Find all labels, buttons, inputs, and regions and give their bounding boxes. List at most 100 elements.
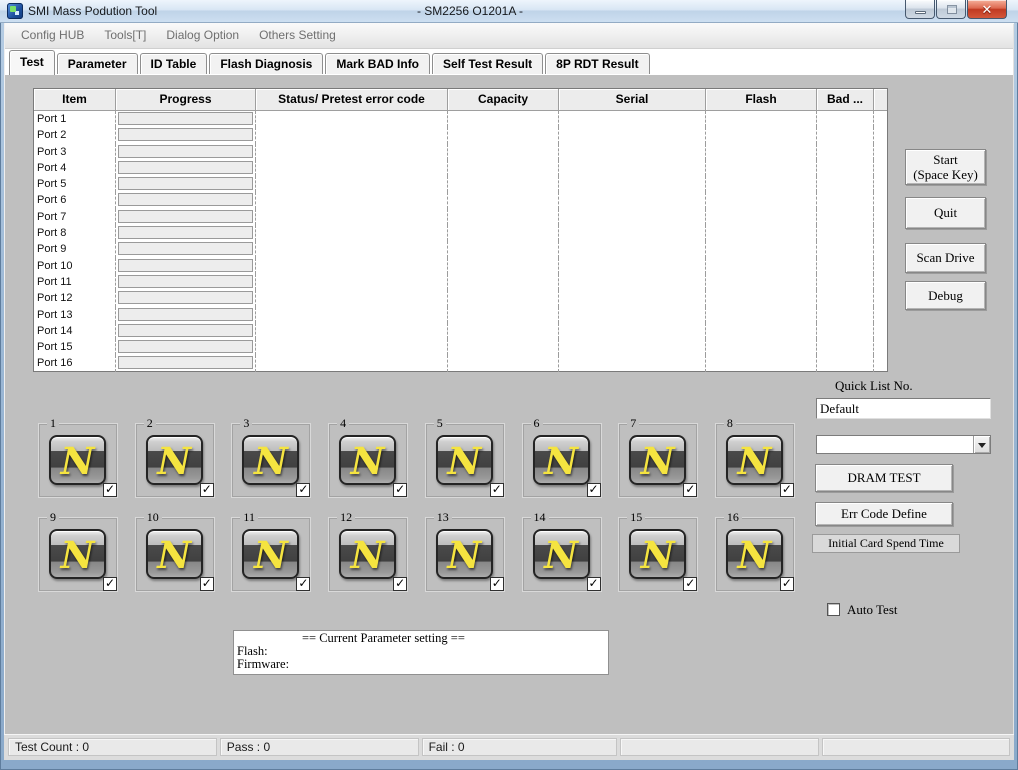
slot-checkbox[interactable]: ✓: [490, 483, 504, 497]
slot-checkbox[interactable]: ✓: [296, 483, 310, 497]
check-icon: ✓: [685, 576, 695, 590]
quick-list-combobox[interactable]: [816, 435, 991, 454]
table-cell: [256, 144, 448, 160]
table-cell: [559, 339, 706, 355]
slot-checkbox[interactable]: ✓: [200, 483, 214, 497]
param-box-title: == Current Parameter setting ==: [302, 631, 608, 645]
minimize-button[interactable]: [905, 0, 935, 19]
scan-drive-button[interactable]: Scan Drive: [905, 243, 986, 273]
menu-item-config-hub[interactable]: Config HUB: [11, 23, 94, 48]
check-icon: ✓: [298, 576, 308, 590]
table-cell: [874, 241, 887, 257]
port-label: Port 1: [34, 111, 116, 127]
table-cell: [817, 307, 874, 323]
table-cell: [874, 176, 887, 192]
n-letter: N: [728, 533, 781, 577]
port-label: Port 14: [34, 323, 116, 339]
tab-parameter[interactable]: Parameter: [57, 53, 138, 74]
table-cell: [256, 160, 448, 176]
tab-mark-bad-info[interactable]: Mark BAD Info: [325, 53, 430, 74]
device-icon: N: [339, 435, 396, 485]
table-cell: [448, 290, 559, 306]
tab-test[interactable]: Test: [9, 50, 55, 75]
table-row: Port 16: [34, 355, 887, 371]
table-cell: [874, 323, 887, 339]
slot-number: 7: [627, 416, 639, 431]
slot-checkbox[interactable]: ✓: [683, 577, 697, 591]
window-subtitle: - SM2256 O1201A -: [355, 4, 585, 18]
slot-checkbox[interactable]: ✓: [103, 577, 117, 591]
initial-card-spend-time-button[interactable]: Initial Card Spend Time: [812, 534, 960, 553]
table-cell: [256, 307, 448, 323]
debug-button[interactable]: Debug: [905, 281, 986, 310]
auto-test-checkbox[interactable]: [827, 603, 840, 616]
n-letter: N: [438, 439, 491, 483]
table-cell: [559, 258, 706, 274]
start-button[interactable]: Start (Space Key): [905, 149, 986, 185]
menu-item-others-setting[interactable]: Others Setting: [249, 23, 346, 48]
err-code-define-button[interactable]: Err Code Define: [815, 502, 953, 526]
table-cell: [706, 176, 817, 192]
table-cell: [817, 241, 874, 257]
slot-checkbox[interactable]: ✓: [200, 577, 214, 591]
tab-strip: TestParameterID TableFlash DiagnosisMark…: [5, 49, 1013, 75]
slot-checkbox[interactable]: ✓: [683, 483, 697, 497]
table-row: Port 2: [34, 127, 887, 143]
slot-checkbox[interactable]: ✓: [587, 483, 601, 497]
table-cell: [874, 355, 887, 371]
close-icon: ✕: [968, 2, 1006, 18]
n-letter: N: [148, 533, 201, 577]
table-cell: [874, 144, 887, 160]
device-slot-12: 12N✓: [328, 517, 408, 592]
progress-bar: [118, 193, 253, 206]
table-cell: [706, 160, 817, 176]
device-slot-7: 7N✓: [618, 423, 698, 498]
slot-checkbox[interactable]: ✓: [587, 577, 601, 591]
device-icon: N: [49, 435, 106, 485]
slot-checkbox[interactable]: ✓: [780, 577, 794, 591]
app-window: SMI Mass Podution Tool - SM2256 O1201A -…: [0, 0, 1018, 770]
slot-checkbox[interactable]: ✓: [780, 483, 794, 497]
table-cell: [817, 355, 874, 371]
device-slot-13: 13N✓: [425, 517, 505, 592]
table-cell: [817, 111, 874, 127]
table-cell: [559, 176, 706, 192]
port-label: Port 2: [34, 127, 116, 143]
device-icon: N: [629, 529, 686, 579]
table-cell: [448, 144, 559, 160]
slot-checkbox[interactable]: ✓: [490, 577, 504, 591]
menu-item-tools-t[interactable]: Tools[T]: [94, 23, 156, 48]
tab-8p-rdt-result[interactable]: 8P RDT Result: [545, 53, 649, 74]
quit-button[interactable]: Quit: [905, 197, 986, 229]
slot-checkbox[interactable]: ✓: [393, 577, 407, 591]
slot-checkbox[interactable]: ✓: [103, 483, 117, 497]
slot-checkbox[interactable]: ✓: [296, 577, 310, 591]
progress-bar: [118, 308, 253, 321]
port-label: Port 11: [34, 274, 116, 290]
quick-list-input[interactable]: [816, 398, 991, 419]
device-icon: N: [146, 529, 203, 579]
slot-number: 15: [627, 510, 645, 525]
table-cell: [448, 111, 559, 127]
maximize-button[interactable]: [936, 0, 966, 19]
check-icon: ✓: [589, 482, 599, 496]
client-area: Config HUBTools[T]Dialog OptionOthers Se…: [4, 23, 1014, 760]
tab-id-table[interactable]: ID Table: [140, 53, 208, 74]
slot-checkbox[interactable]: ✓: [393, 483, 407, 497]
progress-bar: [118, 145, 253, 158]
check-icon: ✓: [395, 482, 405, 496]
table-cell: [256, 111, 448, 127]
table-row: Port 11: [34, 274, 887, 290]
dram-test-button[interactable]: DRAM TEST: [815, 464, 953, 492]
quick-list-label: Quick List No.: [835, 378, 913, 394]
check-icon: ✓: [492, 576, 502, 590]
close-button[interactable]: ✕: [967, 0, 1007, 19]
menu-item-dialog-option[interactable]: Dialog Option: [156, 23, 249, 48]
tab-flash-diagnosis[interactable]: Flash Diagnosis: [209, 53, 323, 74]
tab-self-test-result[interactable]: Self Test Result: [432, 53, 543, 74]
progress-bar: [118, 242, 253, 255]
progress-cell: [116, 258, 256, 274]
table-cell: [256, 192, 448, 208]
combo-dropdown-button[interactable]: [973, 436, 990, 453]
progress-cell: [116, 192, 256, 208]
